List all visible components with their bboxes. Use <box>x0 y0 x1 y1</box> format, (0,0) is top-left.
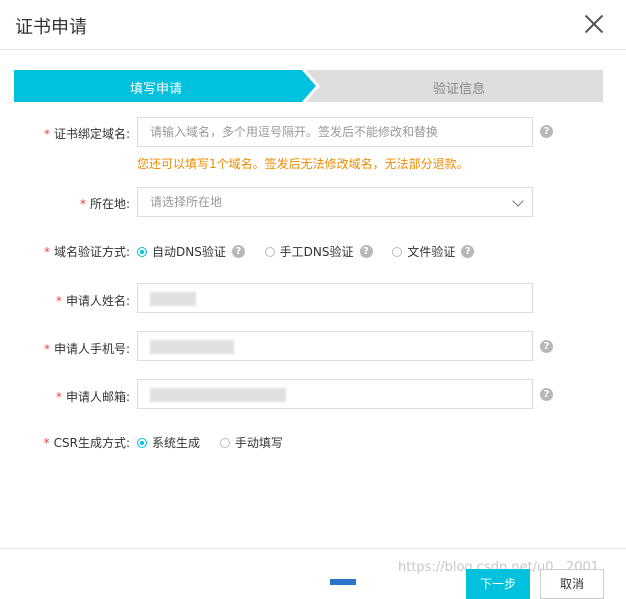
certificate-apply-dialog: 证书申请 填写申请 验证信息 * 证书绑定域名: 请输入域名，多个用逗号隔开。签发… <box>0 0 626 599</box>
close-icon[interactable] <box>584 14 604 34</box>
help-icon[interactable]: ? <box>540 340 553 353</box>
radio-unchecked-icon <box>264 246 275 257</box>
applicant-name-label: * 申请人姓名: <box>55 294 130 308</box>
domain-placeholder: 请输入域名，多个用逗号隔开。签发后不能修改和替换 <box>150 125 439 139</box>
help-icon[interactable]: ? <box>540 125 553 138</box>
radio-manual-dns[interactable]: 手工DNS验证 ? <box>264 243 373 260</box>
dialog-title: 证书申请 <box>15 17 87 38</box>
applicant-phone-label: * 申请人手机号: <box>43 342 130 356</box>
required-mark: * <box>43 245 50 259</box>
applicant-email-label: * 申请人邮箱: <box>55 390 130 404</box>
radio-unchecked-icon <box>219 437 230 448</box>
next-button[interactable]: 下一步 <box>466 569 530 599</box>
radio-checked-icon <box>137 246 147 257</box>
csr-radios: 系统生成 手动填写 <box>137 434 299 451</box>
required-mark: * <box>55 390 62 404</box>
redacted-value <box>150 387 286 402</box>
help-icon[interactable]: ? <box>461 245 475 258</box>
radio-manual-fill[interactable]: 手动填写 <box>219 434 283 451</box>
applicant-email-input[interactable] <box>137 379 533 409</box>
cancel-button[interactable]: 取消 <box>540 569 604 599</box>
help-icon[interactable]: ? <box>359 245 373 258</box>
applicant-name-input[interactable] <box>137 283 533 313</box>
radio-unchecked-icon <box>392 246 403 257</box>
domain-input[interactable]: 请输入域名，多个用逗号隔开。签发后不能修改和替换 <box>137 117 533 147</box>
location-placeholder: 请选择所在地 <box>150 195 223 209</box>
help-icon[interactable]: ? <box>540 388 553 401</box>
applicant-phone-input[interactable] <box>137 331 533 361</box>
radio-auto-dns[interactable]: 自动DNS验证 ? <box>137 243 245 260</box>
radio-system-generate[interactable]: 系统生成 <box>137 434 200 451</box>
required-mark: * <box>43 342 50 356</box>
verify-method-radios: 自动DNS验证 ? 手工DNS验证 ? 文件验证 ? <box>137 243 490 260</box>
domain-label: * 证书绑定域名: <box>43 127 130 141</box>
required-mark: * <box>43 436 50 450</box>
dialog-header: 证书申请 <box>0 0 626 50</box>
taskbar-fragment <box>330 579 356 585</box>
step-progress: 填写申请 验证信息 <box>14 70 603 102</box>
radio-label: 文件验证 <box>407 245 456 259</box>
radio-label: 手工DNS验证 <box>279 245 354 259</box>
location-select[interactable]: 请选择所在地 <box>137 187 533 217</box>
redacted-value <box>150 291 196 306</box>
domain-hint: 您还可以填写1个域名。签发后无法修改域名，无法部分退款。 <box>137 157 469 171</box>
radio-label: 系统生成 <box>152 436 201 450</box>
radio-file-verify[interactable]: 文件验证 ? <box>392 243 475 260</box>
verify-method-label: * 域名验证方式: <box>43 245 130 259</box>
step-verify-info: 验证信息 <box>433 82 486 97</box>
required-mark: * <box>55 294 62 308</box>
required-mark: * <box>43 127 50 141</box>
radio-checked-icon <box>137 437 147 448</box>
redacted-value <box>150 339 234 354</box>
chevron-down-icon <box>512 195 524 207</box>
step-fill-application: 填写申请 <box>130 82 183 97</box>
csr-label: * CSR生成方式: <box>43 436 130 450</box>
radio-label: 自动DNS验证 <box>152 245 226 259</box>
dialog-footer: https://blog.csdn.net/u0...2001 下一步 取消 <box>0 548 626 599</box>
location-label: * 所在地: <box>79 197 130 211</box>
radio-label: 手动填写 <box>234 436 283 450</box>
required-mark: * <box>79 197 86 211</box>
help-icon[interactable]: ? <box>231 245 245 258</box>
